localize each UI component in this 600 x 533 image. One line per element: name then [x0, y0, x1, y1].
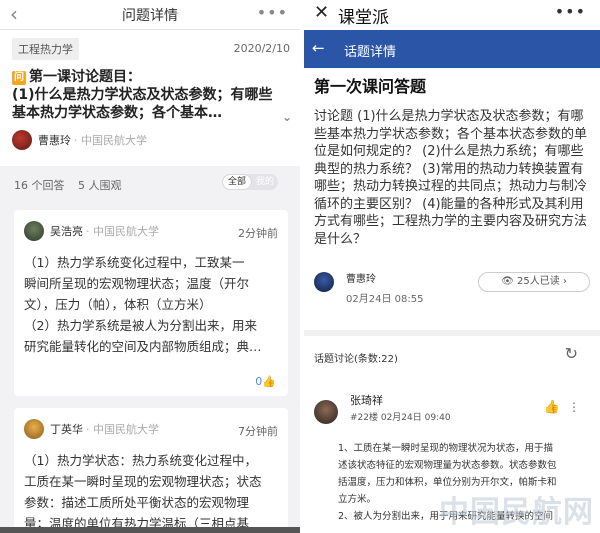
- right-panel: ✕ 课堂派 ••• ← 话题详情 第一次课问答题 讨论题 (1)什么是热力学状态…: [304, 0, 600, 533]
- topic-date: 2020/2/10: [233, 42, 290, 55]
- app-titlebar: ✕ 课堂派 •••: [304, 0, 600, 30]
- answer-count: 16 个回答: [14, 179, 65, 192]
- answer-school: · 中国民航大学: [86, 225, 159, 238]
- answer-card[interactable]: 吴浩亮 · 中国民航大学 2分钟前 （1）热力学系统变化过程中，工致某一 瞬间所…: [14, 210, 288, 396]
- more-dots-icon[interactable]: •••: [257, 3, 288, 22]
- like-button[interactable]: 0👍: [255, 375, 276, 388]
- answer-line: 工质在某一瞬时呈现的宏观物理状态；状态: [24, 474, 262, 489]
- question-heading: 第一次课问答题: [314, 77, 427, 96]
- read-count: 25人已读: [516, 276, 560, 287]
- chevron-right-icon: ›: [562, 276, 567, 287]
- avatar[interactable]: [12, 130, 32, 150]
- course-tag[interactable]: 工程热力学: [12, 38, 79, 60]
- answer-header: 吴浩亮 · 中国民航大学 2分钟前: [24, 218, 278, 244]
- author-name: 曹惠玲: [38, 134, 71, 147]
- answer-line: 瞬间所呈现的宏观物理状态；温度（开尔: [24, 276, 250, 291]
- answer-card[interactable]: 丁英华 · 中国民航大学 7分钟前 （1）热力学状态：热力系统变化过程中， 工质…: [14, 408, 288, 533]
- avatar[interactable]: [24, 419, 44, 439]
- app-title: 课堂派: [338, 8, 389, 28]
- view-count: 5 人围观: [78, 179, 122, 192]
- thumb-up-icon: 👍: [262, 375, 276, 388]
- refresh-icon[interactable]: ↻: [565, 344, 578, 363]
- read-count-button[interactable]: 👁 25人已读 ›: [478, 272, 590, 292]
- answer-line: （1）热力学状态：热力系统变化过程中，: [24, 453, 257, 468]
- answer-time: 7分钟前: [238, 425, 278, 438]
- answer-line: 研究能量转化的空间及内部物质组成；典…: [24, 339, 262, 354]
- question-title-line: 基本热力学状态参数；各个基本…: [12, 105, 222, 121]
- page-title: 问题详情: [122, 8, 178, 24]
- answer-line: 文），压力（帕），体积（立方米）: [24, 297, 212, 312]
- discussion-header: 话题讨论(条数:22) ↻: [304, 330, 600, 370]
- post-date: 02月24日 08:55: [346, 294, 424, 305]
- watermark: 中国民航网: [439, 495, 594, 530]
- avatar[interactable]: [314, 272, 334, 292]
- question-title-line: 第一课讨论题目：: [29, 69, 141, 85]
- left-header: ‹ 问题详情 •••: [0, 0, 300, 30]
- discussion-count: 话题讨论(条数:22): [314, 354, 398, 365]
- left-panel: ‹ 问题详情 ••• 工程热力学 2020/2/10 问第一课讨论题目： (1)…: [0, 0, 300, 533]
- thumb-up-icon[interactable]: 👍: [544, 400, 560, 415]
- answer-time: 2分钟前: [238, 227, 278, 240]
- comment-meta: #22楼 02月24日 09:40: [350, 413, 451, 423]
- topic-card: 工程热力学 2020/2/10 问第一课讨论题目： (1)什么是热力学状态及状态…: [0, 30, 300, 166]
- answer-stats: 16 个回答 5 人围观 全部 我的: [0, 166, 300, 196]
- answer-school: · 中国民航大学: [86, 423, 159, 436]
- author-name: 曹惠玲: [346, 274, 376, 285]
- question-title: 问第一课讨论题目： (1)什么是热力学状态及状态参数；有哪些 基本热力学状态参数…: [12, 68, 292, 124]
- arrow-left-icon[interactable]: ←: [312, 39, 325, 57]
- toggle-all[interactable]: 全部: [223, 175, 251, 189]
- answer-line: （2）热力学系统是被人为分割出来，用来: [24, 318, 257, 333]
- question-description: 讨论题 (1)什么是热力学状态及状态参数；有哪些基本热力学状态参数；各个基本状态…: [314, 109, 588, 247]
- answer-body: （1）热力学状态：热力系统变化过程中， 工质在某一瞬时呈现的宏观物理状态；状态 …: [24, 450, 278, 533]
- question-title-line: (1)什么是热力学状态及状态参数；有哪些: [12, 87, 273, 103]
- comment-line: 述该状态特征的宏观物理量为状态参数。状态参数包: [338, 460, 557, 471]
- answer-author: 丁英华: [50, 423, 83, 436]
- author-school: · 中国民航大学: [74, 134, 147, 147]
- author-block: 曹惠玲 02月24日 08:55 👁 25人已读 ›: [304, 262, 600, 322]
- bottom-bar: [0, 527, 300, 533]
- question-section: 第一次课问答题 讨论题 (1)什么是热力学状态及状态参数；有哪些基本热力学状态参…: [304, 68, 600, 248]
- answer-line: 参数：描述工质所处平衡状态的宏观物理: [24, 495, 250, 510]
- answer-header: 丁英华 · 中国民航大学 7分钟前: [24, 416, 278, 442]
- topic-navbar: ← 话题详情: [304, 30, 600, 68]
- question-badge-icon: 问: [12, 71, 26, 85]
- avatar[interactable]: [24, 221, 44, 241]
- comment-line: 1、工质在某一瞬时呈现的物理状况为状态，用于描: [338, 443, 554, 454]
- avatar[interactable]: [314, 400, 338, 424]
- close-icon[interactable]: ✕: [314, 2, 329, 23]
- answer-line: （1）热力学系统变化过程中，工致某一: [24, 255, 245, 270]
- comment-author: 张琦祥: [350, 394, 383, 407]
- more-dots-icon[interactable]: •••: [555, 2, 586, 21]
- filter-toggle[interactable]: 全部 我的: [222, 174, 278, 190]
- eye-icon: 👁: [501, 276, 514, 287]
- more-vertical-icon[interactable]: ⋮: [568, 400, 580, 414]
- answer-body: （1）热力学系统变化过程中，工致某一 瞬间所呈现的宏观物理状态；温度（开尔 文）…: [24, 252, 278, 357]
- answer-author: 吴浩亮: [50, 225, 83, 238]
- navbar-title: 话题详情: [344, 45, 397, 60]
- toggle-mine[interactable]: 我的: [256, 176, 274, 188]
- author-row: 曹惠玲 · 中国民航大学: [12, 130, 290, 150]
- chevron-down-icon[interactable]: ⌄: [282, 108, 292, 126]
